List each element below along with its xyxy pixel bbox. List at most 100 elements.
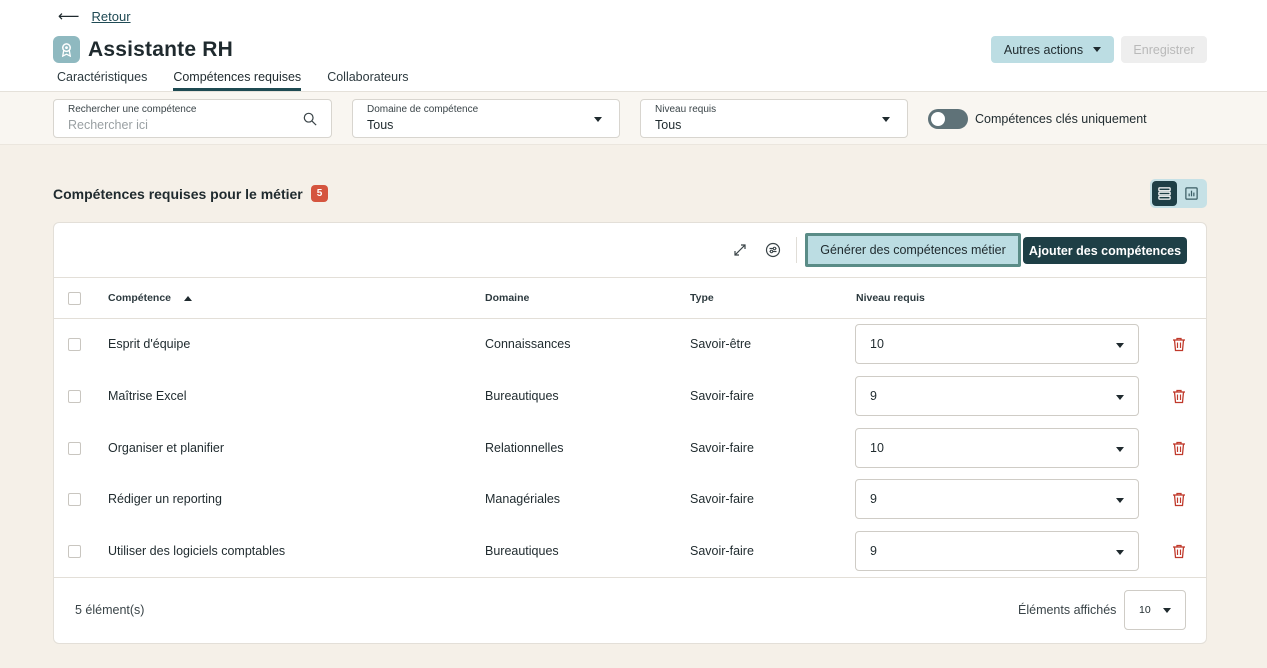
- main-content: Compétences requises pour le métier 5 Gé…: [0, 145, 1267, 668]
- chevron-down-icon: [882, 117, 890, 122]
- cell-domaine: Bureautiques: [485, 544, 559, 558]
- cell-competence: Esprit d'équipe: [108, 337, 191, 351]
- more-actions-label: Autres actions: [1003, 42, 1084, 57]
- column-header-type: Type: [690, 292, 714, 304]
- chevron-down-icon: [1116, 447, 1124, 452]
- generate-competences-button[interactable]: Générer des compétences métier: [805, 233, 1021, 267]
- chevron-down-icon: [594, 117, 602, 122]
- table-row: Maîtrise Excel Bureautiques Savoir-faire…: [54, 371, 1206, 423]
- key-skills-toggle-group: Compétences clés uniquement: [928, 109, 1147, 129]
- table-footer: 5 élément(s) Éléments affichés 10: [54, 577, 1206, 643]
- search-field[interactable]: Rechercher une compétence Rechercher ici: [53, 99, 332, 138]
- tab-caracteristiques[interactable]: Caractéristiques: [57, 70, 147, 91]
- domain-select-value: Tous: [367, 118, 394, 132]
- chevron-down-icon: [1116, 550, 1124, 555]
- key-skills-toggle-label: Compétences clés uniquement: [975, 112, 1147, 126]
- page-header: ⟵ Retour Assistante RH Caractéristiques …: [0, 0, 1267, 92]
- table-row: Esprit d'équipe Connaissances Savoir-êtr…: [54, 319, 1206, 371]
- level-select-value: 9: [870, 492, 877, 506]
- title-row: Assistante RH: [53, 36, 233, 63]
- cell-type: Savoir-faire: [690, 492, 754, 506]
- cell-competence: Rédiger un reporting: [108, 492, 222, 506]
- table-row: Organiser et planifier Relationnelles Sa…: [54, 423, 1206, 475]
- level-filter-value: Tous: [655, 118, 682, 132]
- chevron-down-icon: [1116, 395, 1124, 400]
- search-input[interactable]: Rechercher ici: [68, 118, 317, 132]
- domain-select[interactable]: Domaine de compétence Tous: [352, 99, 620, 138]
- row-checkbox[interactable]: [68, 493, 81, 506]
- arrow-left-icon[interactable]: ⟵: [58, 7, 80, 25]
- level-select[interactable]: 9: [855, 531, 1139, 571]
- select-all-checkbox[interactable]: [68, 292, 81, 305]
- level-filter-label: Niveau requis: [655, 104, 717, 115]
- cell-domaine: Bureautiques: [485, 389, 559, 403]
- cell-domaine: Managériales: [485, 492, 561, 506]
- tab-competences-requises[interactable]: Compétences requises: [173, 70, 302, 91]
- level-select-value: 10: [870, 337, 884, 351]
- per-page-select[interactable]: 10: [1124, 590, 1186, 630]
- back-link[interactable]: Retour: [92, 9, 131, 24]
- filter-settings-icon[interactable]: [763, 240, 783, 260]
- count-badge: 5: [310, 185, 329, 202]
- trash-icon[interactable]: [1171, 336, 1187, 352]
- column-header-domaine: Domaine: [485, 292, 530, 304]
- cell-type: Savoir-être: [690, 337, 752, 351]
- level-select[interactable]: 9: [855, 479, 1139, 519]
- level-select[interactable]: 10: [855, 324, 1139, 364]
- chevron-down-icon: [1093, 47, 1102, 52]
- badge-icon: [53, 36, 80, 63]
- competences-table-card: Générer des compétences métier Ajouter d…: [53, 222, 1207, 644]
- cell-domaine: Relationnelles: [485, 441, 564, 455]
- toolbar-divider: [796, 237, 797, 263]
- level-filter-select[interactable]: Niveau requis Tous: [640, 99, 908, 138]
- trash-icon[interactable]: [1171, 440, 1187, 456]
- table-toolbar: Générer des compétences métier Ajouter d…: [54, 223, 1206, 278]
- level-select[interactable]: 10: [855, 428, 1139, 468]
- tab-collaborateurs[interactable]: Collaborateurs: [327, 70, 408, 91]
- cell-type: Savoir-faire: [690, 389, 754, 403]
- sort-ascending-icon[interactable]: [183, 295, 192, 301]
- search-icon[interactable]: [303, 112, 317, 131]
- level-select-value: 10: [870, 441, 884, 455]
- trash-icon[interactable]: [1171, 388, 1187, 404]
- trash-icon[interactable]: [1171, 491, 1187, 507]
- cell-competence: Utiliser des logiciels comptables: [108, 544, 286, 558]
- item-count: 5 élément(s): [75, 603, 145, 617]
- view-toggle: [1150, 179, 1207, 208]
- key-skills-toggle[interactable]: [928, 109, 968, 129]
- cell-type: Savoir-faire: [690, 441, 754, 455]
- trash-icon[interactable]: [1171, 543, 1187, 559]
- domain-select-label: Domaine de compétence: [367, 104, 479, 115]
- row-checkbox[interactable]: [68, 442, 81, 455]
- per-page-value: 10: [1139, 604, 1151, 616]
- search-field-label: Rechercher une compétence: [68, 104, 197, 115]
- table-header: Compétence Domaine Type Niveau requis: [54, 278, 1206, 319]
- chevron-down-icon: [1116, 343, 1124, 348]
- chart-view-icon[interactable]: [1179, 181, 1204, 206]
- more-actions-button[interactable]: Autres actions: [991, 36, 1114, 63]
- section-title: Compétences requises pour le métier: [53, 185, 303, 202]
- expand-icon[interactable]: [730, 240, 750, 260]
- column-header-competence-label: Compétence: [108, 292, 172, 304]
- add-competences-button[interactable]: Ajouter des compétences: [1023, 237, 1187, 264]
- section-header: Compétences requises pour le métier 5: [53, 185, 329, 202]
- column-header-competence[interactable]: Compétence: [108, 292, 192, 304]
- row-checkbox[interactable]: [68, 545, 81, 558]
- chevron-down-icon: [1163, 608, 1171, 613]
- row-checkbox[interactable]: [68, 338, 81, 351]
- table-row: Utiliser des logiciels comptables Bureau…: [54, 526, 1206, 578]
- table-row: Rédiger un reporting Managériales Savoir…: [54, 474, 1206, 526]
- level-select[interactable]: 9: [855, 376, 1139, 416]
- chevron-down-icon: [1116, 498, 1124, 503]
- level-select-value: 9: [870, 544, 877, 558]
- cell-type: Savoir-faire: [690, 544, 754, 558]
- row-checkbox[interactable]: [68, 390, 81, 403]
- back-link-group[interactable]: ⟵ Retour: [58, 7, 131, 25]
- page-title: Assistante RH: [88, 37, 233, 61]
- save-button[interactable]: Enregistrer: [1121, 36, 1207, 63]
- cell-competence: Organiser et planifier: [108, 441, 225, 455]
- list-view-icon[interactable]: [1152, 181, 1177, 206]
- tab-bar: Caractéristiques Compétences requises Co…: [57, 70, 434, 91]
- filter-bar: Rechercher une compétence Rechercher ici…: [0, 92, 1267, 145]
- cell-competence: Maîtrise Excel: [108, 389, 187, 403]
